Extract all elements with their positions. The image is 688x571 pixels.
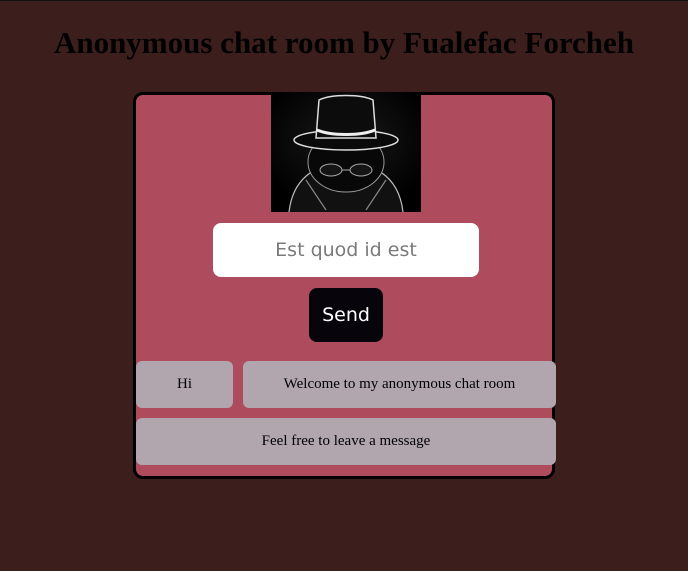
chat-panel: Send Hi Welcome to my anonymous chat roo… [133, 92, 556, 479]
page-title: Anonymous chat room by Fualefac Forcheh [53, 25, 635, 60]
incognito-avatar-icon [271, 92, 421, 212]
message-text: Feel free to leave a message [261, 433, 431, 449]
message-bubble: Hi [136, 361, 233, 408]
message-bubble: Welcome to my anonymous chat room [243, 361, 556, 408]
message-text: Hi [177, 376, 192, 392]
message-bubble: Feel free to leave a message [136, 418, 556, 465]
send-button[interactable]: Send [309, 288, 383, 342]
message-input[interactable] [213, 223, 479, 277]
message-text: Welcome to my anonymous chat room [283, 376, 516, 392]
